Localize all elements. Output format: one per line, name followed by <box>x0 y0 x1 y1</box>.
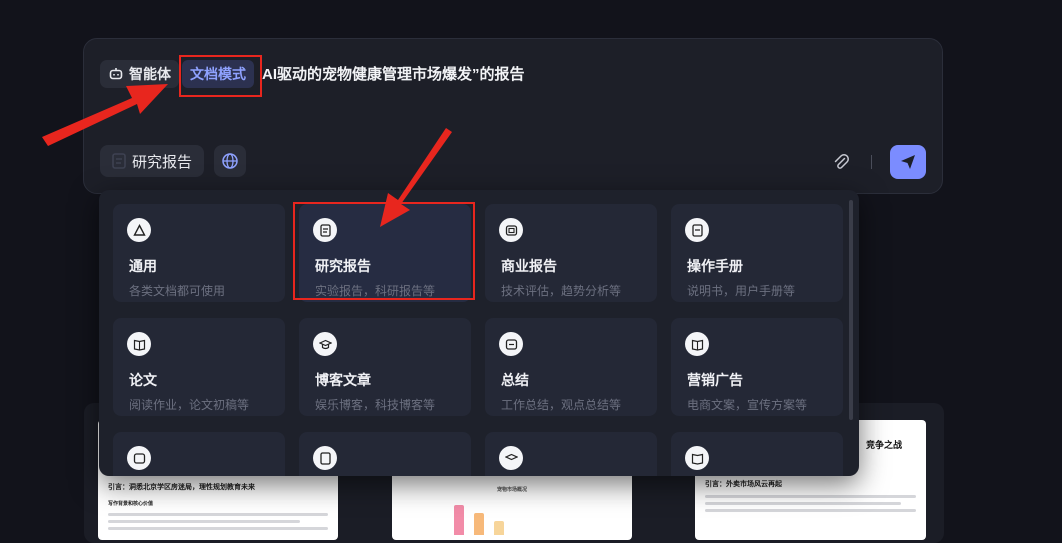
attach-icon[interactable] <box>832 153 850 171</box>
manual-icon <box>685 218 709 242</box>
graduation-icon <box>313 332 337 356</box>
summary-icon <box>499 332 523 356</box>
doc-type-more-4[interactable] <box>671 432 843 476</box>
doc-type-more-2[interactable] <box>299 432 471 476</box>
doc-type-title: 营销广告 <box>687 372 743 388</box>
web-search-button[interactable] <box>214 145 246 177</box>
scrollbar[interactable] <box>849 200 853 420</box>
doc-type-paper[interactable]: 论文 阅读作业，论文初稿等 <box>113 318 285 416</box>
send-icon <box>901 155 915 169</box>
doc-type-title: 博客文章 <box>315 372 371 388</box>
document-type-dropdown: 通用 各类文档都可使用 研究报告 实验报告，科研报告等 商业报告 技术评估，趋势… <box>99 190 859 476</box>
book-open-icon <box>685 446 709 470</box>
doc-type-title: 论文 <box>129 372 157 388</box>
document-icon <box>112 153 126 169</box>
graduation-icon <box>499 446 523 470</box>
doc-type-business-report[interactable]: 商业报告 技术评估，趋势分析等 <box>485 204 657 302</box>
preview-doc-1-title: 引言：洞悉北京学区房迷局，理性规划教育未来 <box>108 484 255 491</box>
agent-chip[interactable]: 智能体 <box>100 60 179 88</box>
doc-type-manual[interactable]: 操作手册 说明书，用户手册等 <box>671 204 843 302</box>
doc-type-blog[interactable]: 博客文章 娱乐博客，科技博客等 <box>299 318 471 416</box>
annotation-box-mode <box>179 55 262 97</box>
doc-type-summary[interactable]: 总结 工作总结，观点总结等 <box>485 318 657 416</box>
triangle-icon <box>127 218 151 242</box>
doc-type-desc: 阅读作业，论文初稿等 <box>129 398 250 412</box>
doc-type-title: 操作手册 <box>687 258 743 274</box>
globe-icon <box>222 153 238 169</box>
doc-type-desc: 技术评估，趋势分析等 <box>501 284 622 298</box>
preview-doc-1-sub: 写作背景和核心价值 <box>108 501 154 507</box>
doc-type-desc: 各类文档都可使用 <box>129 284 226 298</box>
doc-type-title: 商业报告 <box>501 258 557 274</box>
divider <box>871 155 872 169</box>
book-open-icon <box>685 332 709 356</box>
doc-type-desc: 说明书，用户手册等 <box>687 284 796 298</box>
annotation-box-research <box>293 202 475 300</box>
research-report-label: 研究报告 <box>132 153 193 171</box>
doc-type-desc: 娱乐博客，科技博客等 <box>315 398 436 412</box>
prompt-text[interactable]: AI驱动的宠物健康管理市场爆发”的报告 <box>262 63 525 84</box>
doc-type-desc: 电商文案，宣传方案等 <box>687 398 808 412</box>
doc-type-desc: 工作总结，观点总结等 <box>501 398 622 412</box>
doc-type-more-1[interactable] <box>113 432 285 476</box>
manual-icon <box>313 446 337 470</box>
doc-type-marketing[interactable]: 营销广告 电商文案，宣传方案等 <box>671 318 843 416</box>
summary-icon <box>127 446 151 470</box>
send-button[interactable] <box>890 145 926 179</box>
robot-icon <box>109 68 123 80</box>
research-report-button[interactable]: 研究报告 <box>100 145 205 177</box>
doc-type-title: 通用 <box>129 258 157 274</box>
doc-type-general[interactable]: 通用 各类文档都可使用 <box>113 204 285 302</box>
preview-doc-2-title: 宠物市场概况 <box>496 487 527 493</box>
book-icon <box>127 332 151 356</box>
doc-type-title: 总结 <box>501 372 529 388</box>
agent-label: 智能体 <box>129 66 171 82</box>
doc-type-more-3[interactable] <box>485 432 657 476</box>
briefcase-icon <box>499 218 523 242</box>
